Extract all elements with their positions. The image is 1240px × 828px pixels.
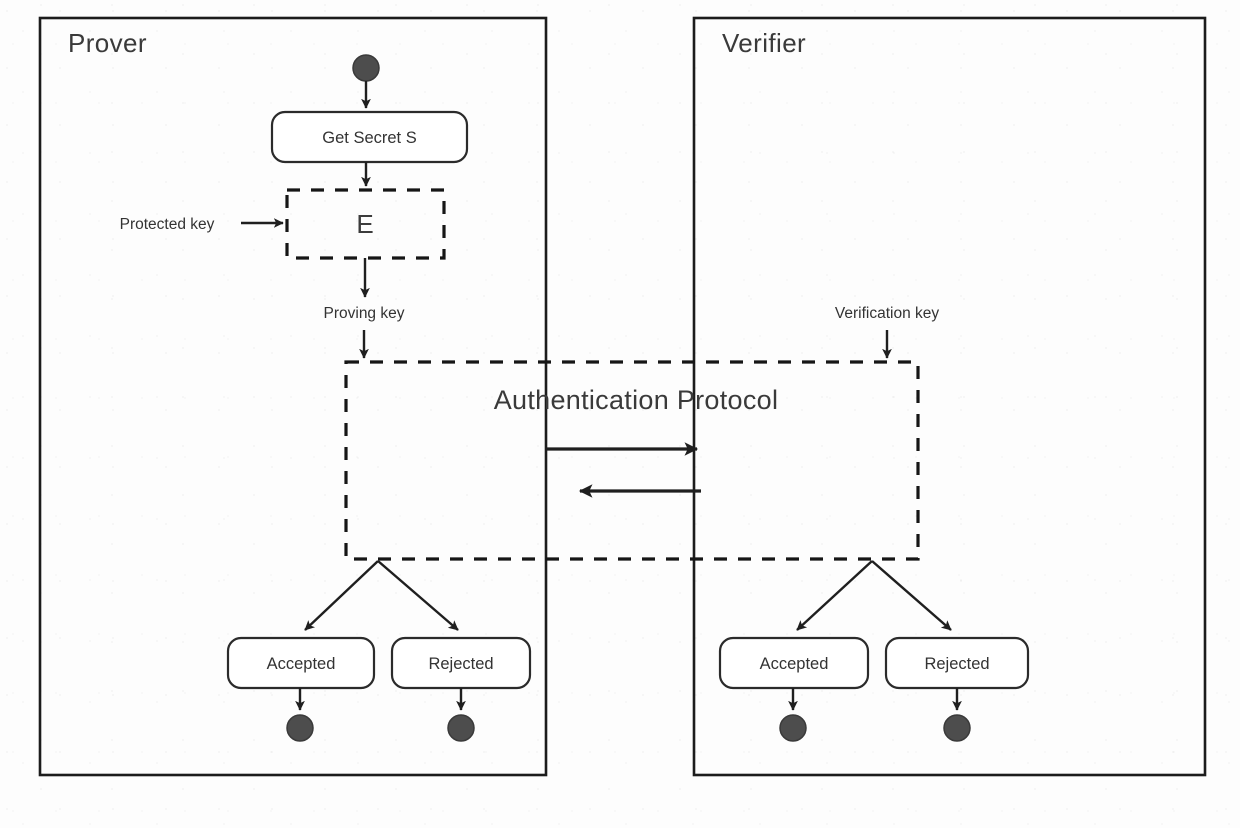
prover-rejected-label: Rejected bbox=[428, 655, 493, 673]
protected-key-label: Protected key bbox=[120, 216, 215, 233]
start-node-circle bbox=[352, 54, 380, 82]
protocol-label: Authentication Protocol bbox=[494, 385, 779, 415]
node-e-block: E bbox=[285, 188, 446, 260]
edge-protected-key: Protected key bbox=[120, 216, 284, 233]
verifier-lane-label: Verifier bbox=[722, 28, 806, 58]
node-verifier-rejected: Rejected bbox=[884, 636, 1030, 690]
node-verifier-accepted: Accepted bbox=[718, 636, 870, 690]
e-box-label: E bbox=[356, 209, 373, 239]
node-prover-rejected: Rejected bbox=[390, 636, 532, 690]
verifier-accepted-end-circle bbox=[779, 714, 807, 742]
prover-accepted-label: Accepted bbox=[267, 655, 336, 673]
edge-protocol-to-prover-accepted bbox=[304, 560, 379, 631]
edge-protocol-to-verifier-accepted bbox=[796, 560, 873, 631]
prover-accepted-end-circle bbox=[286, 714, 314, 742]
prover-lane-label: Prover bbox=[68, 28, 147, 58]
protocol-flow-diagram: Prover Verifier Get Secret S E Protected… bbox=[38, 16, 1207, 777]
verification-key-label: Verification key bbox=[835, 305, 939, 322]
proving-key-label: Proving key bbox=[324, 305, 405, 322]
edge-protocol-to-verifier-rejected bbox=[871, 560, 952, 631]
diagram-canvas: Prover Verifier Get Secret S E Protected… bbox=[0, 0, 1240, 828]
node-get-secret-s: Get Secret S bbox=[270, 110, 469, 164]
edge-protocol-to-prover-rejected bbox=[377, 560, 459, 631]
node-prover-accepted: Accepted bbox=[226, 636, 376, 690]
prover-rejected-end-circle bbox=[447, 714, 475, 742]
verifier-accepted-label: Accepted bbox=[760, 655, 829, 673]
verifier-rejected-label: Rejected bbox=[924, 655, 989, 673]
authentication-protocol-block: Authentication Protocol bbox=[344, 360, 920, 561]
verifier-rejected-end-circle bbox=[943, 714, 971, 742]
get-secret-label: Get Secret S bbox=[322, 129, 416, 147]
